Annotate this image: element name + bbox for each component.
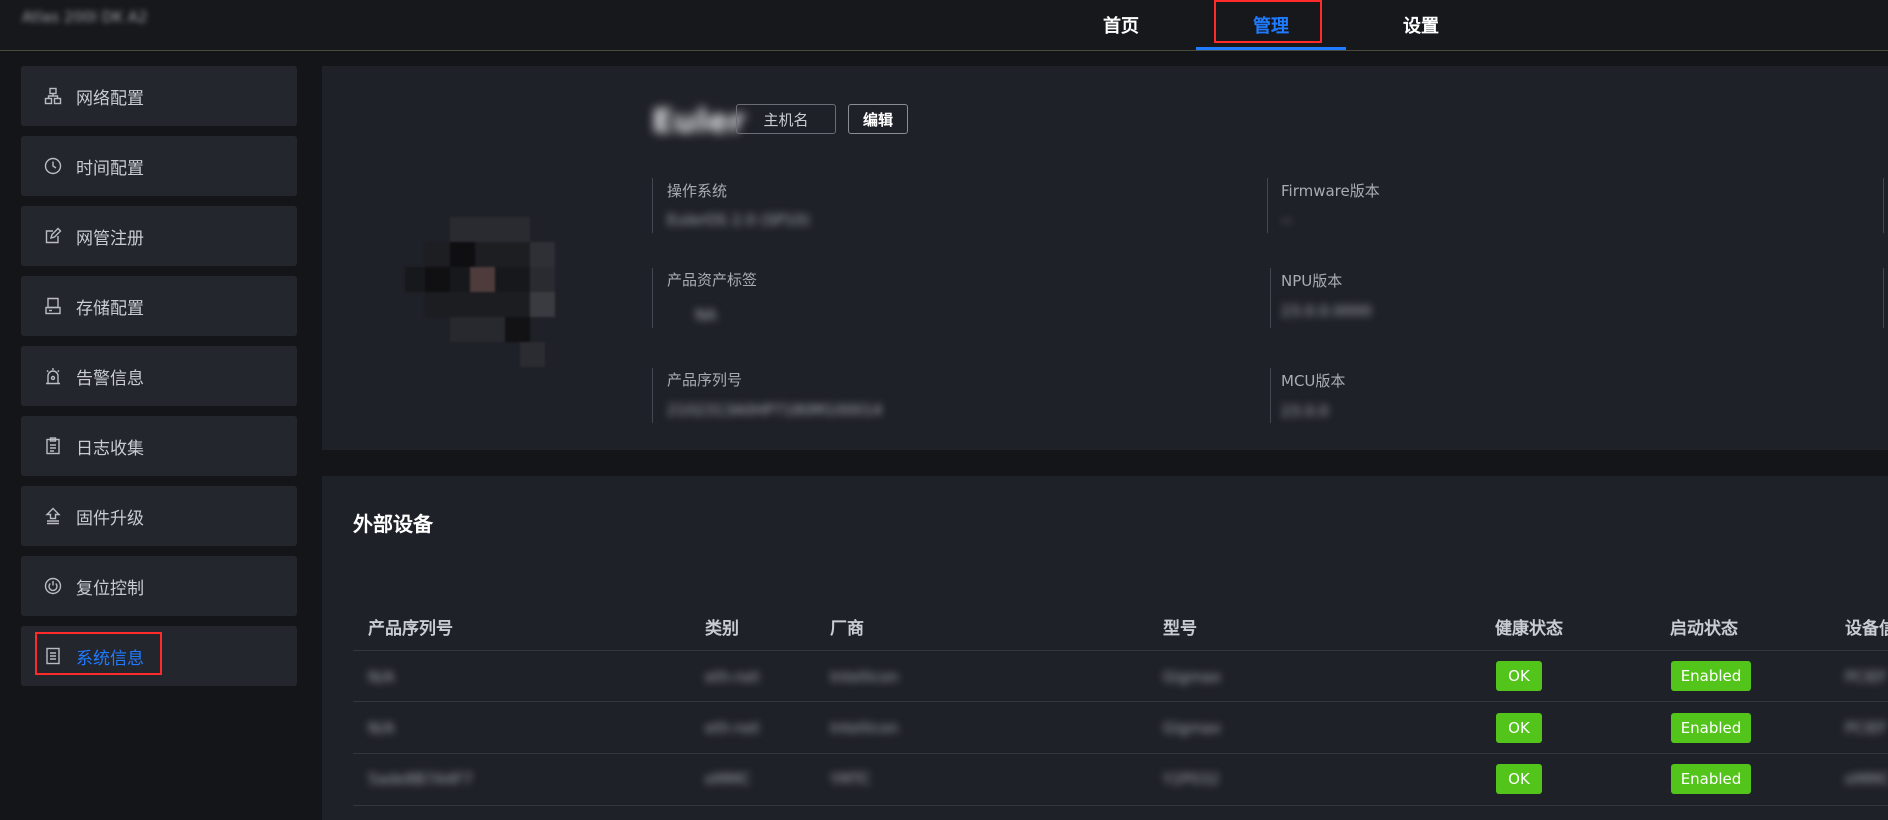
storage-icon — [43, 296, 63, 316]
device-avatar-image — [405, 217, 555, 367]
nav-home[interactable]: 首页 — [1078, 0, 1164, 50]
highlight-box-nav — [1214, 0, 1322, 43]
highlight-box-sidebar — [35, 632, 162, 675]
upgrade-icon — [43, 506, 63, 526]
field-label-os: 操作系统 — [667, 182, 728, 200]
cell-model: Gigmax — [1163, 719, 1221, 737]
column-header-state: 启动状态 — [1670, 619, 1738, 639]
field-value-asset-tag: NA — [695, 306, 717, 324]
column-header-serial: 产品序列号 — [368, 619, 453, 639]
sidebar-item-label: 网管注册 — [76, 228, 144, 249]
field-label-mcu: MCU版本 — [1281, 372, 1346, 390]
health-status-badge: OK — [1496, 764, 1542, 794]
cell-serial: N/A — [368, 719, 395, 737]
sidebar-item-label: 告警信息 — [76, 368, 144, 389]
clock-icon — [43, 156, 63, 176]
cell-model: Gigmax — [1163, 668, 1221, 686]
nav-settings[interactable]: 设置 — [1378, 0, 1464, 50]
field-value-npu: 23.0.0.0000 — [1281, 302, 1372, 320]
field-label-asset-tag: 产品资产标签 — [667, 271, 758, 289]
cell-serial: N/A — [368, 668, 395, 686]
field-label-npu: NPU版本 — [1281, 272, 1343, 290]
field-value-serial: 2102313A0HP7180M100014 — [667, 401, 883, 419]
column-header-health: 健康状态 — [1495, 619, 1563, 639]
enable-status-badge: Enabled — [1671, 661, 1751, 691]
sidebar-item-storage[interactable]: 存储配置 — [21, 276, 297, 336]
field-divider — [1267, 178, 1268, 233]
external-devices-panel — [322, 476, 1888, 820]
sidebar-item-label: 时间配置 — [76, 158, 144, 179]
sidebar-item-label: 网络配置 — [76, 88, 144, 109]
field-value-firmware: -- — [1281, 211, 1292, 229]
column-header-info: 设备信 — [1845, 619, 1888, 639]
field-divider — [652, 268, 653, 328]
cell-info: PCIEF — [1845, 668, 1888, 686]
sidebar-item-reset[interactable]: 复位控制 — [21, 556, 297, 616]
cell-info: PCIEF — [1845, 719, 1888, 737]
cell-type: eMMC — [705, 770, 751, 788]
field-value-os: EulerOS 2.0 (SP10) — [667, 211, 810, 229]
field-value-mcu: 23.0.0 — [1281, 402, 1329, 420]
cell-vendor: Intellicon — [830, 719, 899, 737]
sidebar-item-firmware[interactable]: 固件升级 — [21, 486, 297, 546]
sidebar-item-label: 存储配置 — [76, 298, 144, 319]
field-label-serial: 产品序列号 — [667, 371, 743, 389]
cell-vendor: YMTC — [830, 770, 871, 788]
field-divider — [1883, 178, 1884, 233]
network-icon — [43, 86, 63, 106]
health-status-badge: OK — [1496, 713, 1542, 743]
edit-hostname-button[interactable]: 编辑 — [848, 104, 908, 134]
alarm-icon — [43, 366, 63, 386]
cell-vendor: Intellicon — [830, 668, 899, 686]
row-divider — [353, 805, 1888, 806]
row-divider — [353, 701, 1888, 702]
cell-info: eMMC — [1845, 770, 1888, 788]
column-header-type: 类别 — [705, 619, 739, 639]
top-bar: Atlas 200I DK A2 首页 管理 设置 — [0, 0, 1888, 51]
hostname: Euler — [652, 102, 746, 140]
row-divider — [353, 753, 1888, 754]
sidebar-item-label: 复位控制 — [76, 578, 144, 599]
sidebar-item-alarm[interactable]: 告警信息 — [21, 346, 297, 406]
cell-model: Y2P032 — [1163, 770, 1220, 788]
enable-status-badge: Enabled — [1671, 713, 1751, 743]
cell-serial: 5ade8B7A4F7 — [368, 770, 473, 788]
clipboard-icon — [43, 436, 63, 456]
column-header-vendor: 厂商 — [830, 619, 864, 639]
register-icon — [43, 226, 63, 246]
row-divider — [353, 650, 1888, 651]
cell-type: eth-net — [705, 668, 760, 686]
sidebar-item-label: 固件升级 — [76, 508, 144, 529]
field-divider — [1883, 268, 1884, 328]
sidebar-item-time[interactable]: 时间配置 — [21, 136, 297, 196]
sidebar-item-label: 日志收集 — [76, 438, 144, 459]
section-title: 外部设备 — [353, 512, 433, 536]
sidebar-item-logs[interactable]: 日志收集 — [21, 416, 297, 476]
field-divider — [1270, 268, 1271, 328]
power-icon — [43, 576, 63, 596]
sidebar-item-network[interactable]: 网络配置 — [21, 66, 297, 126]
field-divider — [1270, 368, 1271, 423]
hostname-tag: 主机名 — [736, 104, 836, 134]
enable-status-badge: Enabled — [1671, 764, 1751, 794]
brand-name: Atlas 200I DK A2 — [22, 8, 148, 26]
health-status-badge: OK — [1496, 661, 1542, 691]
column-header-model: 型号 — [1163, 619, 1197, 639]
field-divider — [652, 368, 653, 423]
cell-type: eth-net — [705, 719, 760, 737]
sidebar-item-register[interactable]: 网管注册 — [21, 206, 297, 266]
field-label-firmware: Firmware版本 — [1281, 182, 1380, 200]
field-divider — [652, 178, 653, 233]
